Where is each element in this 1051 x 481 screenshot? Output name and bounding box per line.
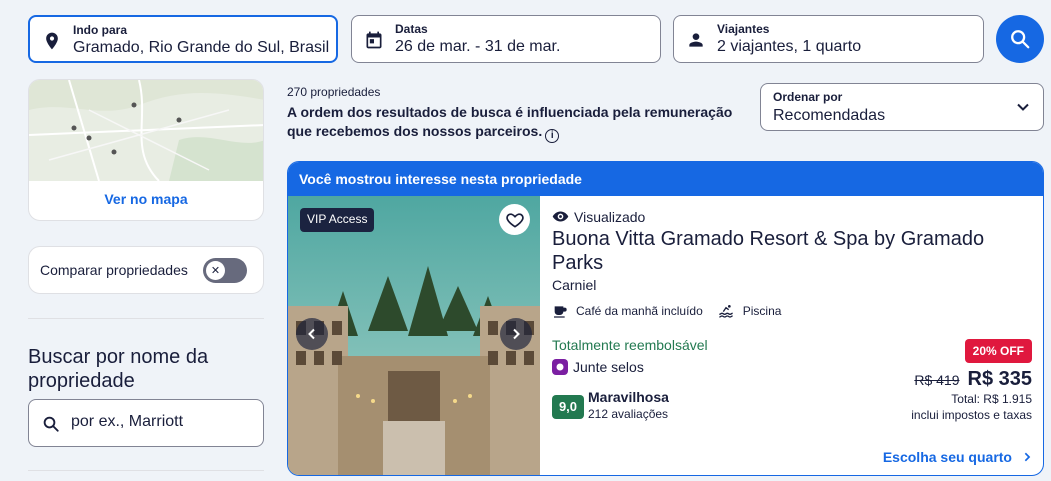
choose-room-label: Escolha seu quarto [882,449,1012,465]
chevron-left-icon [308,328,315,340]
pool-icon [719,305,733,318]
discount-badge: 20% OFF [964,339,1032,363]
original-price: R$ 419 [914,372,960,388]
disclaimer-text: A ordem dos resultados de busca é influe… [287,104,733,139]
property-location: Carniel [552,277,597,293]
dates-field[interactable]: Datas 26 de mar. - 31 de mar. [351,15,661,63]
property-name-input[interactable] [71,413,251,431]
amenity-breakfast: Café da manhã incluído [552,303,703,319]
collect-stamps: Junte selos [552,359,644,375]
compare-label: Comparar propriedades [40,262,188,278]
results-count: 270 propriedades [287,85,381,99]
travelers-value: 2 viajantes, 1 quarto [717,38,862,55]
heart-icon [505,212,524,228]
sort-value: Recomendadas [773,107,886,124]
chevron-down-icon [1017,103,1029,111]
destination-label: Indo para [73,23,128,37]
map-card[interactable]: Ver no mapa [28,79,264,221]
sidebar-divider [28,318,264,319]
coffee-icon [554,306,567,318]
interest-banner: Você mostrou interesse nesta propriedade [288,162,1043,196]
location-pin-icon [46,32,58,50]
review-count: 212 avaliações [588,407,669,421]
taxes-note: inclui impostos e taxas [911,408,1032,422]
compare-toggle[interactable]: ✕ [203,258,247,283]
price-line: R$ 419 R$ 335 [914,368,1032,391]
info-icon[interactable]: i [545,129,560,143]
property-photo: VIP Access [288,196,540,475]
chevron-right-icon [1024,452,1031,462]
calendar-icon [366,31,382,49]
search-icon [43,416,59,432]
dates-value: 26 de mar. - 31 de mar. [395,38,561,55]
choose-room-link[interactable]: Escolha seu quarto [883,449,1032,465]
close-icon: ✕ [206,261,225,280]
dates-label: Datas [395,22,428,36]
refundable-label: Totalmente reembolsável [552,337,708,353]
amenity-pool: Piscina [717,303,782,319]
rating-score: 9,0 [552,395,584,419]
current-price: R$ 335 [967,368,1033,390]
search-button[interactable] [996,15,1044,63]
person-icon [689,33,703,47]
vip-access-badge: VIP Access [300,208,375,232]
sort-dropdown[interactable]: Ordenar por Recomendadas [760,83,1044,131]
ranking-disclaimer: A ordem dos resultados de busca é influe… [287,103,757,143]
stamp-icon [552,359,568,375]
favorite-button[interactable] [499,204,530,235]
search-icon [1011,30,1030,49]
property-name[interactable]: Buona Vitta Gramado Resort & Spa by Gram… [552,227,1022,275]
viewed-indicator: Visualizado [552,208,645,225]
destination-value: Gramado, Rio Grande do Sul, Brasil [73,39,330,56]
viewed-label: Visualizado [574,208,646,225]
sort-label: Ordenar por [773,90,843,104]
property-card[interactable]: Você mostrou interesse nesta propriedade [287,161,1044,476]
view-on-map-link[interactable]: Ver no mapa [29,191,263,207]
amenity-label: Piscina [742,304,782,318]
amenity-label: Café da manhã incluído [576,304,703,318]
property-info: Visualizado Buona Vitta Gramado Resort &… [552,196,1037,475]
rating-word: Maravilhosa [588,389,669,405]
amenities-list: Café da manhã incluído Piscina [552,303,795,319]
travelers-field[interactable]: Viajantes 2 viajantes, 1 quarto [673,15,984,63]
map-thumbnail [29,80,263,181]
destination-field[interactable]: Indo para Gramado, Rio Grande do Sul, Br… [28,15,338,63]
eye-icon [552,211,569,222]
travelers-label: Viajantes [717,22,770,36]
total-price: Total: R$ 1.915 [951,392,1032,406]
prev-photo-button[interactable] [296,318,328,350]
stamps-label: Junte selos [573,359,644,375]
chevron-right-icon [513,328,520,340]
property-name-search[interactable] [28,399,264,447]
name-search-title: Buscar por nome da propriedade [28,346,209,392]
compare-properties-card: Comparar propriedades ✕ [28,246,264,294]
next-photo-button[interactable] [500,318,532,350]
sidebar-divider [28,470,264,471]
